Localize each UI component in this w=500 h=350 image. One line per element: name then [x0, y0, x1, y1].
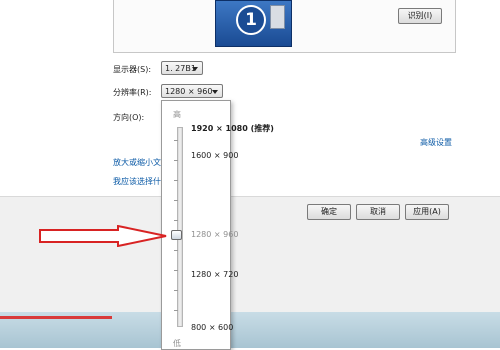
resolution-slider-thumb[interactable] — [171, 230, 182, 240]
advanced-settings-link[interactable]: 高级设置 — [420, 137, 452, 148]
slider-tick — [174, 290, 178, 291]
window-thumbnail-icon — [270, 5, 285, 29]
slider-high-label: 高 — [173, 110, 181, 119]
resolution-label: 分辨率(R): — [113, 88, 152, 97]
slider-tick — [174, 200, 178, 201]
option-1920x1080[interactable]: 1920 × 1080 (推荐) — [191, 123, 274, 134]
option-1280x720[interactable]: 1280 × 720 — [191, 270, 238, 279]
monitor-number-badge: 1 — [236, 5, 266, 35]
slider-tick — [174, 310, 178, 311]
slider-low-label: 低 — [173, 339, 181, 348]
chevron-down-icon — [192, 67, 198, 71]
slider-tick — [174, 270, 178, 271]
slider-tick — [174, 220, 178, 221]
orientation-label: 方向(O): — [113, 113, 145, 122]
slider-tick — [174, 140, 178, 141]
chevron-down-icon — [212, 90, 218, 94]
resolution-slider-track[interactable] — [177, 127, 183, 327]
identify-button[interactable]: 识别(I) — [398, 8, 442, 24]
cancel-button[interactable]: 取消 — [356, 204, 400, 220]
apply-button[interactable]: 应用(A) — [405, 204, 449, 220]
resolution-dropdown — [161, 100, 231, 350]
option-1280x960[interactable]: 1280 × 960 — [191, 230, 238, 239]
resolution-value: 1280 × 960 — [165, 87, 213, 96]
display-select[interactable]: 1. 27B1 — [161, 61, 203, 75]
monitor-icon[interactable]: 1 — [215, 0, 292, 47]
slider-tick — [174, 160, 178, 161]
display-label: 显示器(S): — [113, 65, 152, 74]
resolution-select[interactable]: 1280 × 960 — [161, 84, 223, 98]
slider-tick — [174, 250, 178, 251]
taskbar-highlight — [0, 316, 112, 319]
red-arrow-icon — [39, 225, 167, 247]
option-800x600[interactable]: 800 × 600 — [191, 323, 233, 332]
ok-button[interactable]: 确定 — [307, 204, 351, 220]
option-1600x900[interactable]: 1600 × 900 — [191, 151, 238, 160]
slider-tick — [174, 180, 178, 181]
